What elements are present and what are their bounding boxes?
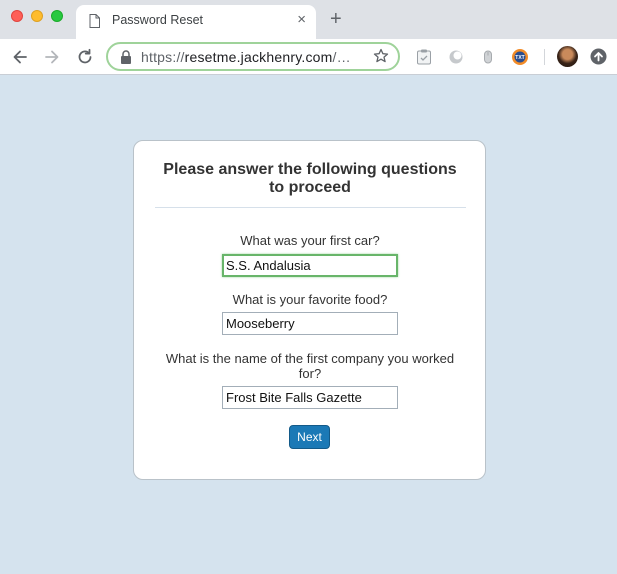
question-2-answer-input[interactable] [222,312,398,335]
page-title: Please answer the following questions to… [163,161,457,196]
toolbar-separator [544,49,545,65]
reload-icon[interactable] [75,47,95,67]
url-text: https://resetme.jackhenry.com/… [141,49,351,65]
browser-toolbar: https://resetme.jackhenry.com/… TXT [0,39,617,75]
security-questions-card: Please answer the following questions to… [133,140,486,480]
lock-icon [121,50,131,64]
title-divider [155,207,466,208]
question-2-label: What is your favorite food? [232,292,388,307]
window-maximize-button[interactable] [51,10,63,22]
question-3-label: What is the name of the first company yo… [165,351,455,381]
address-bar[interactable]: https://resetme.jackhenry.com/… [106,42,400,71]
profile-avatar[interactable] [557,46,578,67]
question-1-label: What was your first car? [240,233,380,248]
window-minimize-button[interactable] [31,10,43,22]
back-arrow-icon[interactable] [10,47,30,67]
circle-extension-icon[interactable] [447,48,465,66]
tab-password-reset[interactable]: Password Reset × [76,5,316,39]
mouse-extension-icon[interactable] [479,48,497,66]
browser-chrome: Password Reset × + https://resetme.jackh… [0,0,617,75]
tab-bar: Password Reset × + [0,0,617,39]
clipboard-extension-icon[interactable] [415,48,433,66]
tab-title: Password Reset [112,13,204,27]
svg-text:TXT: TXT [515,55,524,61]
next-button[interactable]: Next [289,425,330,449]
update-arrow-icon[interactable] [590,48,607,65]
window-close-button[interactable] [11,10,23,22]
document-icon [89,14,100,28]
new-tab-icon[interactable]: + [330,9,342,29]
bookmark-star-icon[interactable] [373,48,389,64]
question-1-answer-input[interactable] [222,254,398,277]
txt-extension-icon[interactable]: TXT [511,48,529,66]
tab-close-icon[interactable]: × [297,12,306,28]
question-3-answer-input[interactable] [222,386,398,409]
forward-arrow-icon[interactable] [42,47,62,67]
